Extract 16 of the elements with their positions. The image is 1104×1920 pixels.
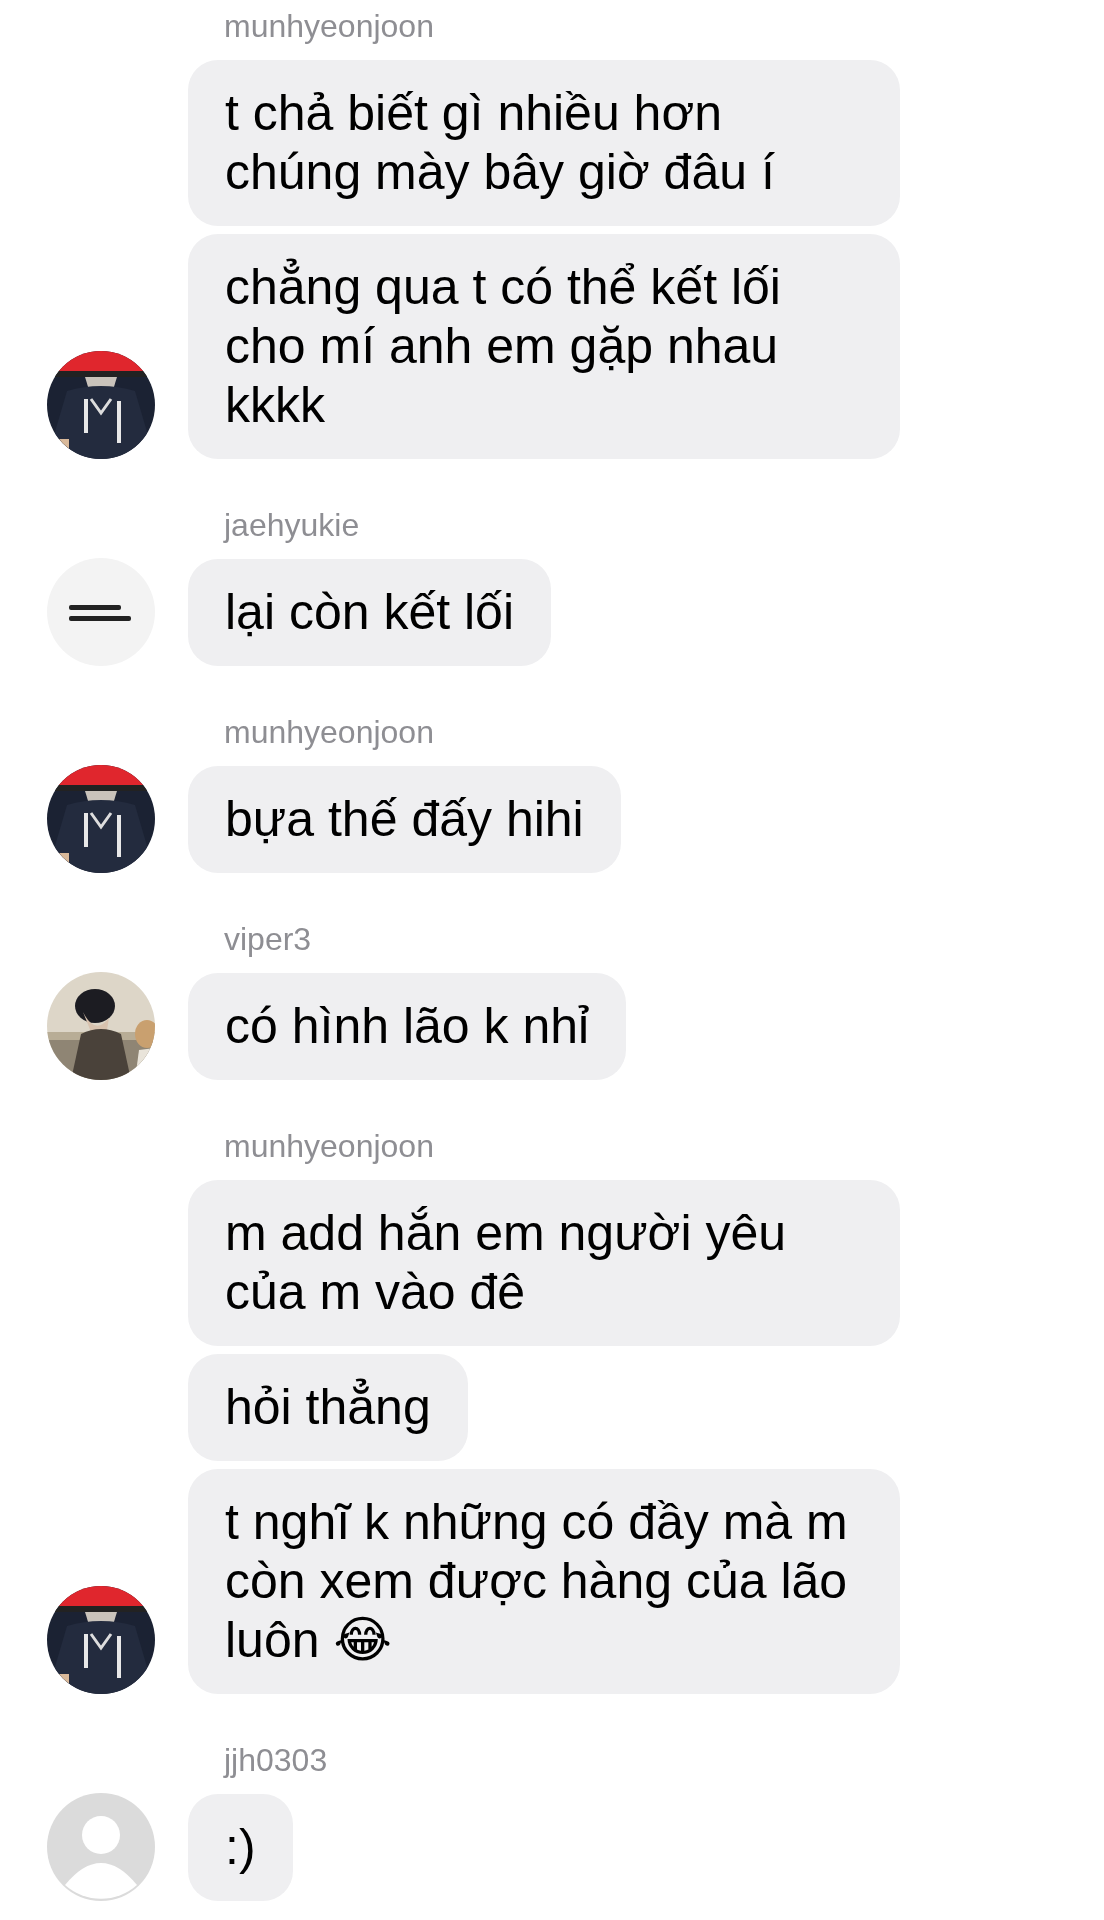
person-icon (47, 1793, 155, 1901)
username: munhyeonjoon (223, 713, 435, 752)
message-bubble: m add hắn em người yêu của m vào đê (188, 1180, 900, 1346)
message-bubble: hỏi thẳng (188, 1354, 468, 1461)
message-bubble: chẳng qua t có thể kết lối cho mí anh em gặp nhau kkkk (188, 234, 900, 459)
username: jjh0303 (222, 1741, 329, 1780)
message-bubble: bựa thế đấy hihi (188, 766, 621, 873)
username: munhyeonjoon (223, 7, 435, 46)
message-bubble: t chả biết gì nhiều hơn chúng mày bây giờ đâu í (188, 60, 900, 226)
message-bubble: :) (188, 1794, 293, 1901)
message-bubble: lại còn kết lối (188, 559, 552, 666)
username: viper3 (223, 920, 313, 959)
username: munhyeonjoon (223, 1127, 435, 1166)
message-bubble: t nghĩ k những có đầy mà m còn xem được hàng của lão luôn 😂 (188, 1469, 900, 1694)
username: jaehyukie (222, 506, 361, 545)
message-bubble: có hình lão k nhỉ (188, 973, 627, 1080)
